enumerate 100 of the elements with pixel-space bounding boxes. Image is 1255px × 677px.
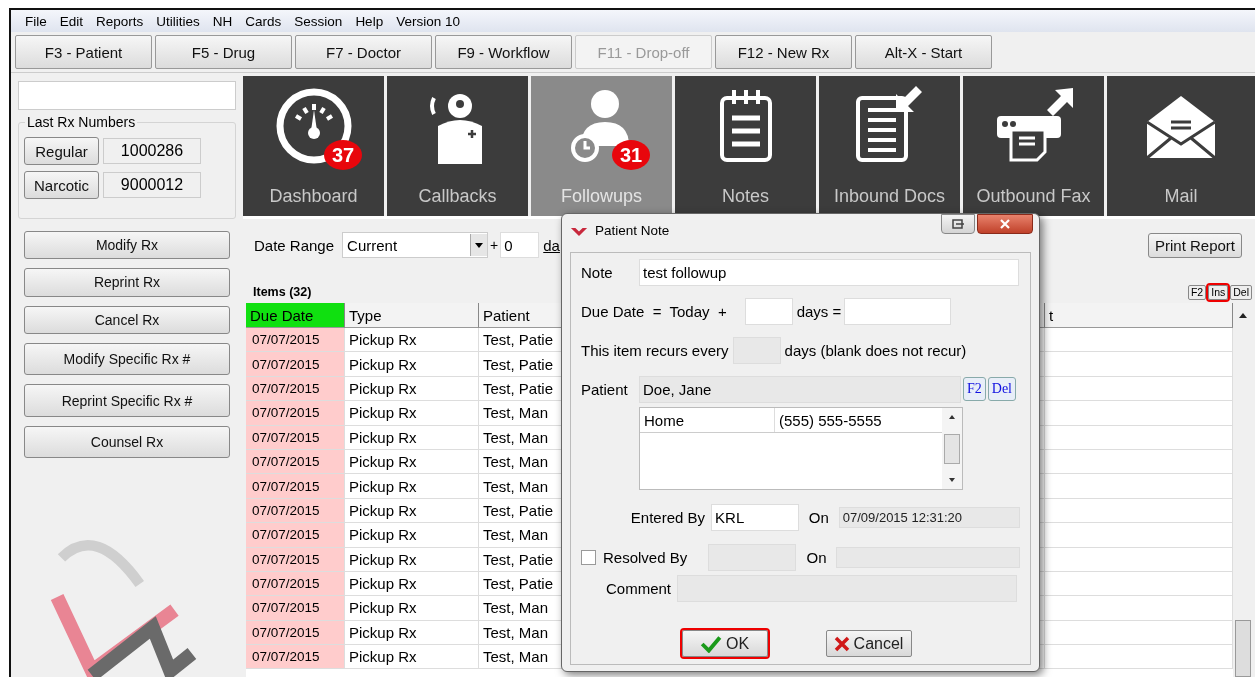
contact-list[interactable]: Home (555) 555-5555: [639, 407, 963, 490]
comment-label: Comment: [604, 579, 671, 597]
search-field[interactable]: [18, 81, 236, 111]
resolved-checkbox[interactable]: [581, 549, 596, 565]
table-cell: Pickup Rx: [345, 523, 479, 548]
menu-item[interactable]: Version 10: [396, 13, 460, 29]
dashboard-tile[interactable]: Notes: [675, 76, 816, 216]
note-field[interactable]: test followup: [639, 258, 1019, 286]
toolbar-button[interactable]: F3 - Patient: [15, 35, 152, 69]
toolbar-button[interactable]: F7 - Doctor: [295, 35, 432, 69]
dashboard-tile[interactable]: 31 Followups: [531, 76, 672, 216]
table-cell: Pickup Rx: [345, 498, 479, 524]
scroll-down-icon[interactable]: [947, 476, 957, 484]
caret-icon: [470, 234, 488, 256]
menu-item[interactable]: Help: [355, 13, 384, 29]
menu-item[interactable]: Reports: [96, 13, 144, 29]
action-button[interactable]: Reprint Specific Rx #: [24, 384, 230, 417]
column-header[interactable]: Type: [345, 303, 479, 328]
offset-field[interactable]: 0: [500, 232, 540, 258]
menu-item[interactable]: NH: [212, 13, 233, 29]
resolved-by-label: Resolved By: [602, 548, 689, 566]
rx-number-field: 9000012: [103, 172, 201, 199]
dashboard-tile[interactable]: Inbound Docs: [819, 76, 960, 216]
close-icon: [999, 219, 1011, 229]
count-badge: 37: [324, 140, 362, 170]
menu-item[interactable]: Utilities: [156, 13, 200, 29]
contact-type: Home: [640, 408, 775, 432]
table-cell: Pickup Rx: [345, 352, 479, 377]
print-report-button[interactable]: Print Report: [1147, 232, 1242, 258]
table-cell: Pickup Rx: [345, 547, 479, 572]
table-cell: 07/07/2015: [246, 401, 345, 426]
table-cell: Pickup Rx: [345, 328, 479, 353]
dashboard-tile[interactable]: Callbacks: [387, 76, 528, 216]
table-cell: 07/07/2015: [246, 425, 345, 450]
action-button[interactable]: Counsel Rx: [24, 425, 230, 459]
scroll-up-icon[interactable]: [947, 413, 957, 421]
days-field[interactable]: [744, 297, 793, 325]
toolbar-button[interactable]: F5 - Drug: [155, 35, 292, 69]
table-cell: 07/07/2015: [246, 376, 345, 402]
table-cell: 07/07/2015: [246, 571, 345, 597]
table-cell: 07/07/2015: [246, 474, 345, 499]
x-mark-icon: [833, 635, 850, 652]
dashboard-tile[interactable]: 37 Dashboard: [243, 76, 384, 216]
dashboard-tile[interactable]: Outbound Fax: [963, 76, 1104, 216]
table-cell: 07/07/2015: [246, 328, 345, 353]
rx-type-button[interactable]: Regular: [24, 137, 99, 166]
rx-type-button[interactable]: Narcotic: [24, 171, 99, 200]
checkmark-icon: [699, 634, 722, 653]
items-count: Items (32): [253, 285, 312, 299]
toolbar-button[interactable]: F12 - New Rx: [715, 35, 852, 69]
table-cell: Pickup Rx: [345, 401, 479, 426]
action-button[interactable]: Reprint Rx: [24, 268, 230, 297]
dashboard-tile[interactable]: Mail: [1107, 76, 1255, 216]
table-cell: Pickup Rx: [345, 425, 479, 450]
scrollbar-thumb[interactable]: [944, 433, 960, 464]
toolbar-button[interactable]: Alt-X - Start: [855, 35, 992, 69]
table-cell: Pickup Rx: [345, 645, 479, 670]
toolbar-button[interactable]: F9 - Workflow: [435, 35, 572, 69]
table-tool-button[interactable]: Del: [1230, 284, 1252, 300]
menu-item[interactable]: Session: [294, 13, 343, 29]
scrollbar-thumb[interactable]: [1235, 620, 1251, 677]
action-button[interactable]: Cancel Rx: [24, 305, 230, 334]
patient-button[interactable]: F2: [963, 377, 986, 401]
table-cell: Pickup Rx: [345, 449, 479, 475]
table-tool-button[interactable]: F2: [1187, 284, 1207, 300]
date-range-dropdown[interactable]: Current: [342, 232, 489, 258]
table-cell: 07/07/2015: [246, 352, 345, 377]
table-cell: Pickup Rx: [345, 376, 479, 402]
patient-field[interactable]: Doe, Jane: [639, 375, 961, 403]
table-cell: 07/07/2015: [246, 523, 345, 548]
patient-button[interactable]: Del: [987, 377, 1016, 401]
entered-on-field: 07/09/2015 12:31:20: [838, 506, 1020, 528]
action-button[interactable]: Modify Specific Rx #: [24, 343, 230, 376]
days-link[interactable]: da: [543, 236, 560, 254]
menu-item[interactable]: File: [25, 13, 47, 29]
due-date-field[interactable]: [844, 297, 952, 325]
menu-item[interactable]: Edit: [59, 13, 84, 29]
date-range-label: Date Range: [254, 236, 335, 254]
due-date-label: Due Date = Today +: [581, 302, 727, 320]
plus-sign: +: [490, 237, 499, 253]
dialog-title: Patient Note: [595, 223, 670, 238]
patient-label: Patient: [581, 380, 629, 398]
table-cell: Pickup Rx: [345, 620, 479, 646]
table-cell: 07/07/2015: [246, 547, 345, 572]
table-tool-button[interactable]: Ins: [1208, 284, 1229, 300]
days-label: days =: [796, 302, 842, 320]
restore-button[interactable]: [941, 214, 975, 234]
column-header[interactable]: Due Date: [246, 303, 345, 328]
entered-by-field[interactable]: KRL: [711, 503, 799, 531]
note-label: Note: [581, 263, 614, 281]
table-cell: Pickup Rx: [345, 474, 479, 499]
scroll-up-icon[interactable]: [1237, 311, 1248, 319]
on-label: On: [808, 508, 829, 526]
dialog-button[interactable]: Cancel: [825, 630, 912, 657]
action-button[interactable]: Modify Rx: [24, 230, 230, 260]
dialog-button[interactable]: OK: [681, 630, 768, 657]
menu-item[interactable]: Cards: [245, 13, 282, 29]
table-cell: 07/07/2015: [246, 645, 345, 670]
close-button[interactable]: [977, 214, 1033, 234]
column-header[interactable]: t: [1045, 303, 1233, 328]
